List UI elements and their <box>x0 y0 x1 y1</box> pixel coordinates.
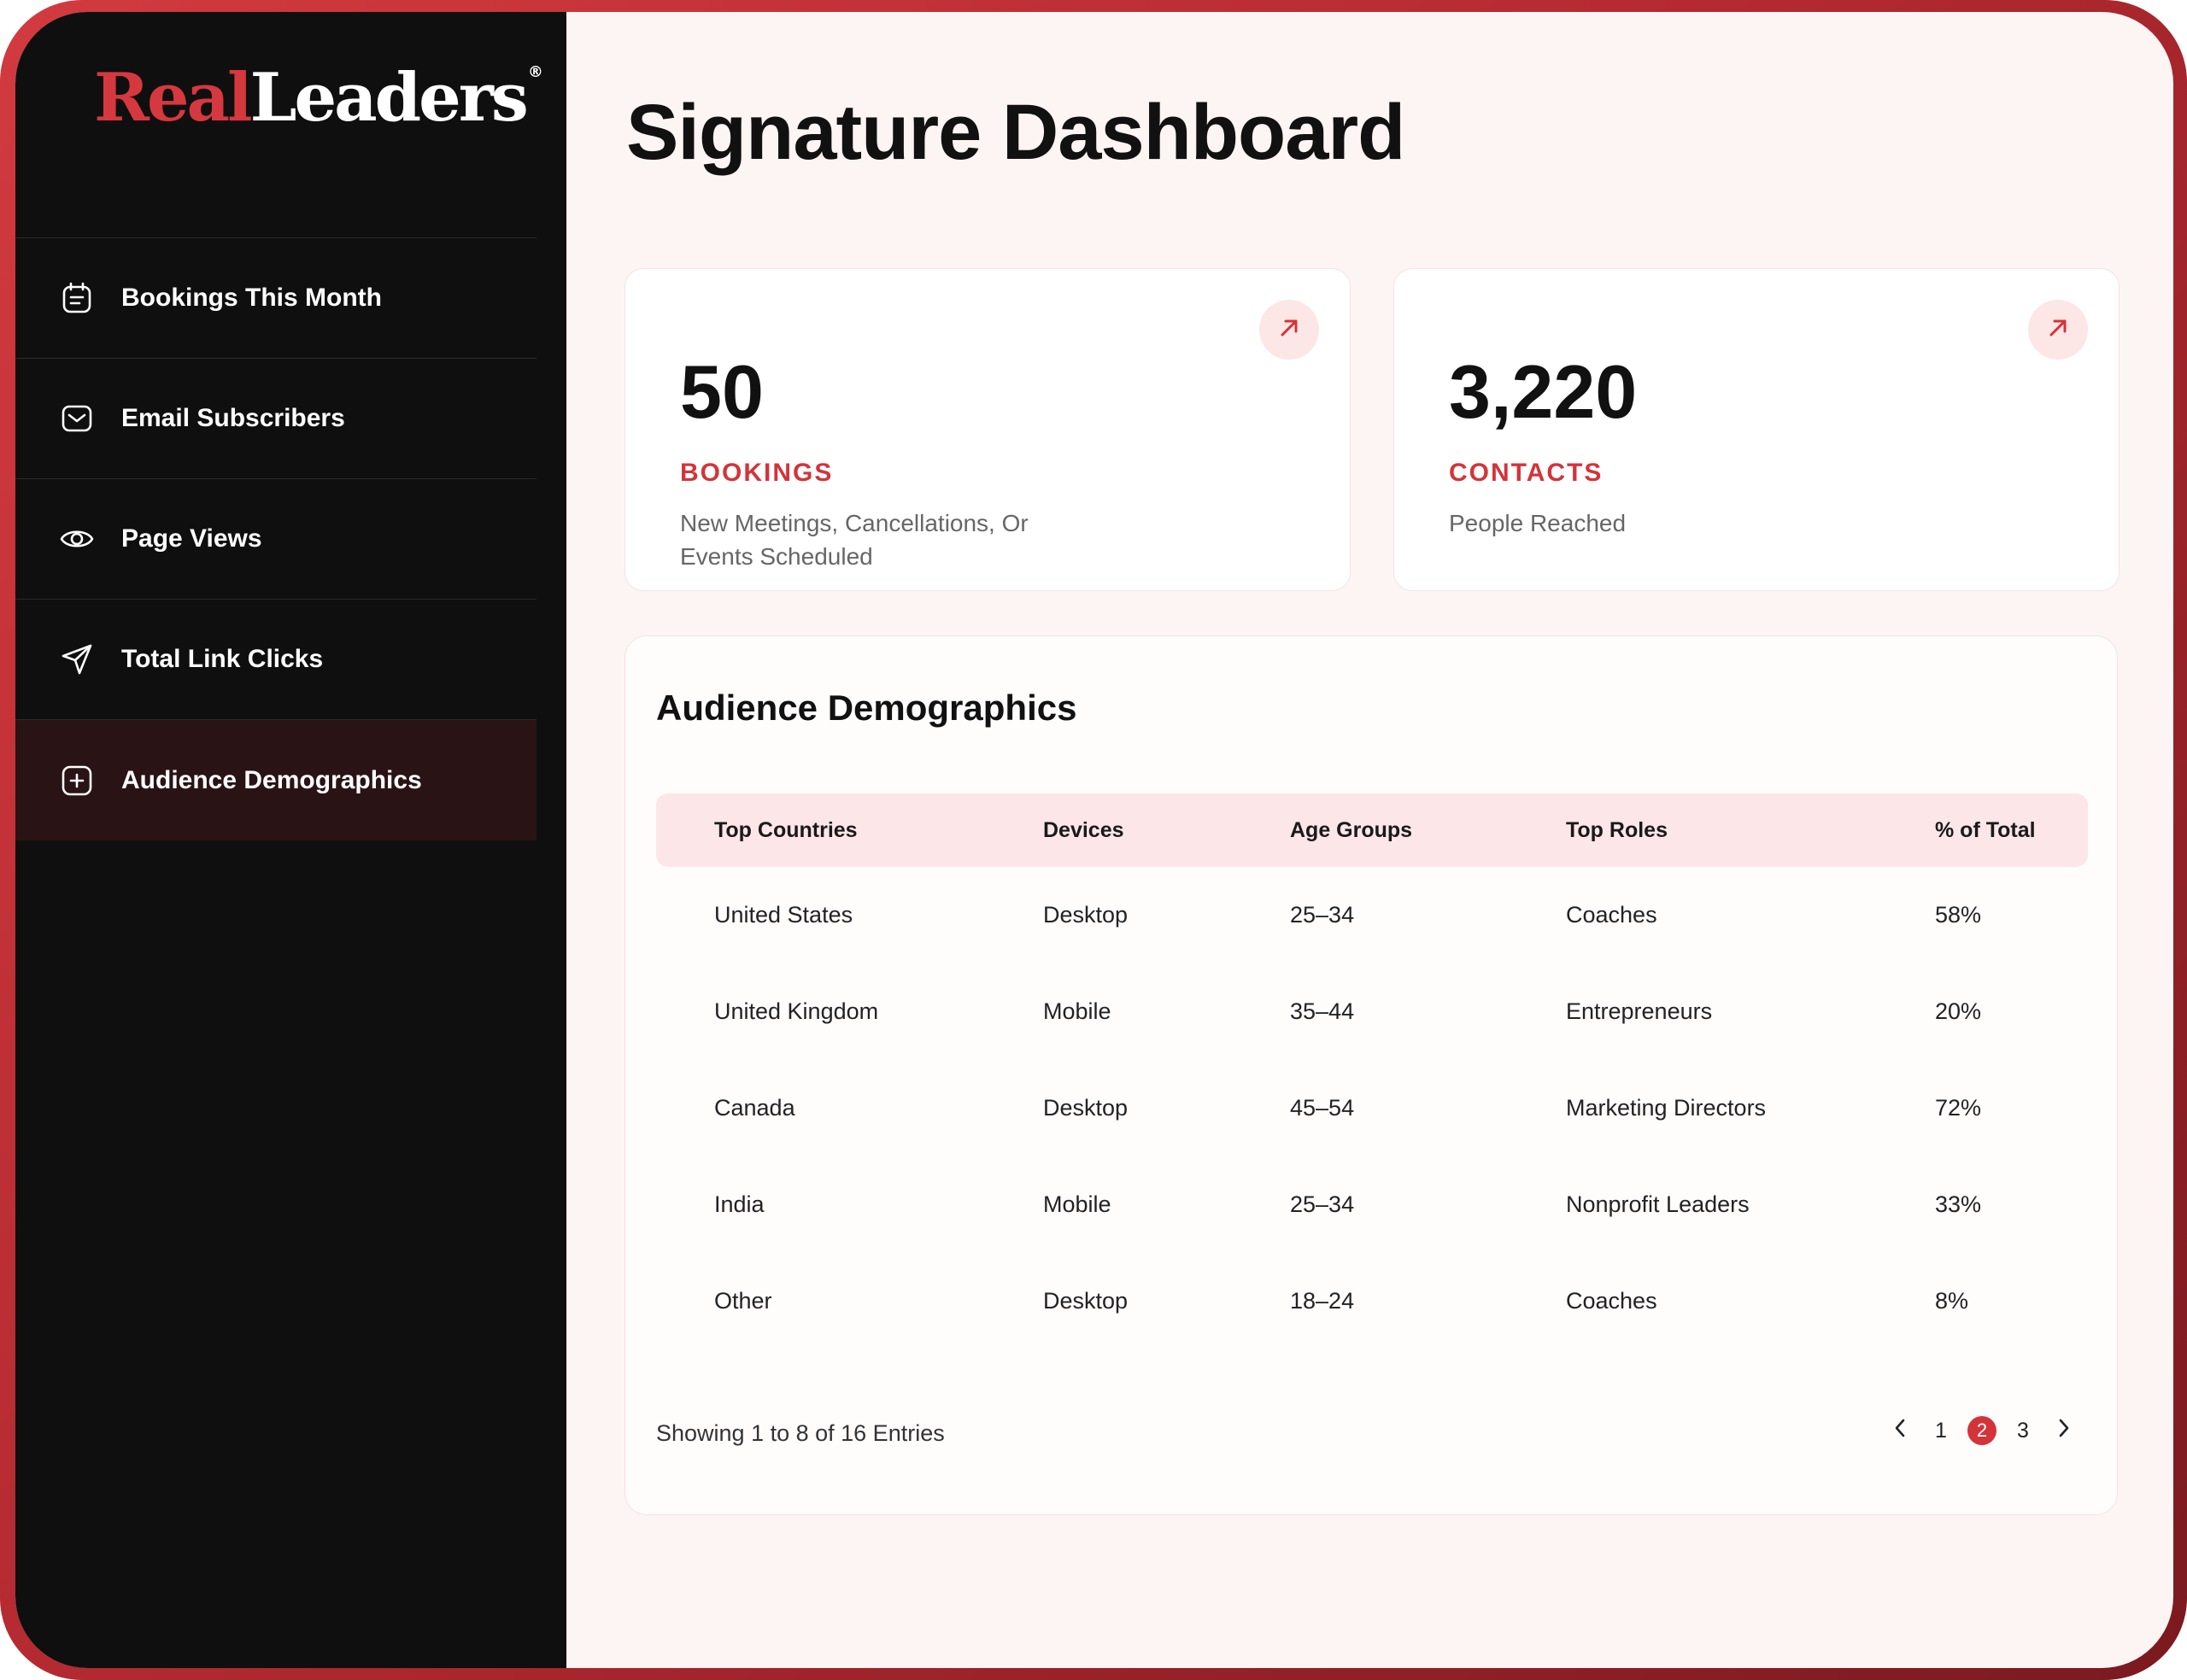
open-contacts-button[interactable] <box>2028 300 2088 360</box>
sidebar-item-label: Audience Demographics <box>121 765 422 794</box>
sidebar-nav: Bookings This Month Email Subscribers Pa… <box>15 237 536 840</box>
page-title: Signature Dashboard <box>626 89 1405 176</box>
column-header-age-groups[interactable]: Age Groups <box>1290 818 1412 843</box>
sidebar-item-label: Email Subscribers <box>121 404 345 432</box>
chevron-right-icon <box>2057 1418 2071 1444</box>
column-header-top-countries[interactable]: Top Countries <box>714 818 858 843</box>
pagination: 1 2 3 <box>1879 1410 2084 1451</box>
column-header-devices[interactable]: Devices <box>1043 818 1124 843</box>
screen: RealLeaders ® Bookings This Month Email … <box>15 12 2173 1668</box>
stat-label: CONTACTS <box>1449 459 1604 487</box>
previous-page-button[interactable] <box>1879 1410 1920 1451</box>
brand-logo[interactable]: RealLeaders ® <box>94 63 543 132</box>
sidebar-item-label: Bookings This Month <box>121 284 382 312</box>
eye-icon <box>60 522 94 556</box>
main-content: Signature Dashboard 50 BOOKINGS New Meet… <box>566 12 2173 1668</box>
cell-country: Other <box>714 1288 772 1314</box>
cell-age-group: 25–34 <box>1290 902 1355 928</box>
cell-country: India <box>714 1191 765 1217</box>
stat-description: People Reached <box>1449 510 1627 536</box>
sidebar-item-total-link-clicks[interactable]: Total Link Clicks <box>15 600 536 720</box>
sidebar: RealLeaders ® Bookings This Month Email … <box>15 12 566 1668</box>
page-button-1[interactable]: 1 <box>1920 1410 1961 1451</box>
table-body: United States Desktop 25–34 Coaches 58% … <box>656 867 2088 1349</box>
cell-country: United States <box>714 902 853 928</box>
sidebar-item-audience-demographics[interactable]: Audience Demographics <box>15 720 536 840</box>
current-page-indicator: 2 <box>1967 1416 1996 1445</box>
cell-country: Canada <box>714 1095 795 1121</box>
entries-summary: Showing 1 to 8 of 16 Entries <box>656 1420 945 1446</box>
cell-age-group: 25–34 <box>1290 1191 1355 1217</box>
cell-device: Mobile <box>1043 998 1111 1024</box>
stat-label: BOOKINGS <box>680 459 834 487</box>
brand-logo-leaders: Leaders <box>249 59 529 137</box>
sidebar-item-label: Page Views <box>121 524 262 553</box>
cell-device: Mobile <box>1043 1191 1111 1217</box>
sidebar-item-page-views[interactable]: Page Views <box>15 479 536 600</box>
table-row[interactable]: India Mobile 25–34 Nonprofit Leaders 33% <box>656 1156 2088 1253</box>
arrow-up-right-icon <box>1278 317 1300 343</box>
cell-role: Coaches <box>1566 902 1657 928</box>
cell-role: Marketing Directors <box>1566 1095 1767 1121</box>
cell-percent: 58% <box>1935 902 1982 928</box>
cell-age-group: 18–24 <box>1290 1288 1355 1314</box>
cell-role: Coaches <box>1566 1288 1657 1314</box>
next-page-button[interactable] <box>2043 1410 2084 1451</box>
sidebar-item-bookings[interactable]: Bookings This Month <box>15 238 536 359</box>
calendar-icon <box>60 281 94 315</box>
section-title: Audience Demographics <box>656 688 1077 728</box>
cell-age-group: 45–54 <box>1290 1095 1355 1121</box>
cell-device: Desktop <box>1043 1095 1129 1121</box>
chevron-left-icon <box>1893 1418 1907 1444</box>
sidebar-item-email-subscribers[interactable]: Email Subscribers <box>15 359 536 479</box>
table-row[interactable]: Other Desktop 18–24 Coaches 8% <box>656 1253 2088 1349</box>
stat-value: 3,220 <box>1449 349 1638 434</box>
brand-logo-real: Real <box>94 59 253 137</box>
table-header-row: Top Countries Devices Age Groups Top Rol… <box>656 793 2088 867</box>
device-frame: RealLeaders ® Bookings This Month Email … <box>0 0 2187 1680</box>
cell-device: Desktop <box>1043 902 1129 928</box>
stat-card-contacts: 3,220 CONTACTS People Reached <box>1393 268 2120 591</box>
column-header-percent-of-total[interactable]: % of Total <box>1935 818 2036 843</box>
demographics-table: Top Countries Devices Age Groups Top Rol… <box>656 793 2088 1349</box>
cell-role: Nonprofit Leaders <box>1566 1191 1750 1217</box>
cell-percent: 8% <box>1935 1288 1969 1314</box>
table-row[interactable]: United Kingdom Mobile 35–44 Entrepreneur… <box>656 963 2088 1060</box>
arrow-up-right-icon <box>2047 317 2069 343</box>
sidebar-item-label: Total Link Clicks <box>121 645 324 673</box>
stat-value: 50 <box>680 349 764 434</box>
plus-square-icon <box>60 764 94 798</box>
cell-percent: 33% <box>1935 1191 1982 1217</box>
send-icon <box>60 642 94 676</box>
open-bookings-button[interactable] <box>1259 300 1319 360</box>
cell-role: Entrepreneurs <box>1566 998 1713 1024</box>
table-row[interactable]: Canada Desktop 45–54 Marketing Directors… <box>656 1060 2088 1156</box>
cell-age-group: 35–44 <box>1290 998 1355 1024</box>
page-button-3[interactable]: 3 <box>2002 1410 2043 1451</box>
cell-percent: 20% <box>1935 998 1982 1024</box>
stat-card-bookings: 50 BOOKINGS New Meetings, Cancellations,… <box>624 268 1351 591</box>
brand-registered-mark: ® <box>527 63 543 81</box>
audience-demographics-card: Audience Demographics Top Countries Devi… <box>624 635 2118 1515</box>
stat-description: New Meetings, Cancellations, Or Events S… <box>680 510 1029 570</box>
cell-device: Desktop <box>1043 1288 1129 1314</box>
cell-country: United Kingdom <box>714 998 879 1024</box>
page-button-2-current[interactable]: 2 <box>1961 1410 2002 1451</box>
table-row[interactable]: United States Desktop 25–34 Coaches 58% <box>656 867 2088 963</box>
cell-percent: 72% <box>1935 1095 1982 1121</box>
column-header-top-roles[interactable]: Top Roles <box>1566 818 1668 843</box>
inbox-icon <box>60 401 94 436</box>
